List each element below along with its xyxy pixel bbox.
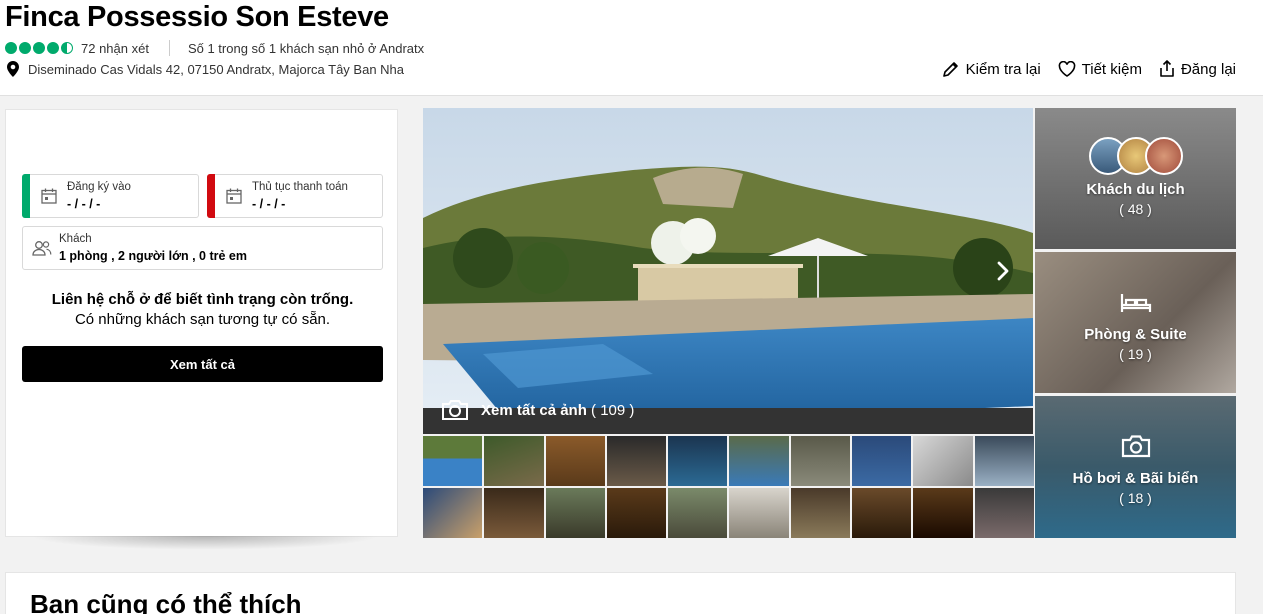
guests-value: 1 phòng , 2 người lớn , 0 trẻ em <box>59 249 247 263</box>
guests-label: Khách <box>59 233 92 245</box>
booking-card: Đăng ký vào - / - / - Thủ tục thanh toán… <box>5 109 398 537</box>
checkin-value: - / - / - <box>67 197 101 211</box>
calendar-icon <box>226 188 242 204</box>
rating-bubble-icon <box>5 42 17 54</box>
checkout-accent <box>207 174 215 218</box>
photo-thumbnail[interactable] <box>852 488 912 538</box>
photo-thumbnail[interactable] <box>545 436 605 486</box>
bed-icon <box>1120 294 1152 312</box>
traveler-avatars <box>1089 137 1183 175</box>
photo-thumbnail[interactable] <box>913 436 973 486</box>
photo-thumbnail[interactable] <box>790 488 851 538</box>
tile-count-rooms: ( 19 ) <box>1119 346 1152 362</box>
rating-bubble-icon <box>47 42 59 54</box>
camera-icon <box>1121 435 1151 458</box>
photo-thumbnail[interactable] <box>668 436 728 486</box>
review-button[interactable]: Kiểm tra lại <box>942 60 1041 78</box>
see-all-photos-button[interactable]: Xem tất cả ảnh ( 109 ) <box>441 399 634 421</box>
checkout-field[interactable]: Thủ tục thanh toán - / - / - <box>207 174 383 218</box>
tile-label-pool-beach: Hồ bơi & Bãi biển <box>1072 470 1199 487</box>
hotel-header: Finca Possessio Son Esteve 72 nhận xét S… <box>0 0 1263 96</box>
photo-thumbnail[interactable] <box>729 488 789 538</box>
see-all-button[interactable]: Xem tất cả <box>22 346 383 382</box>
share-button[interactable]: Đăng lại <box>1159 60 1236 78</box>
photo-thumbnail[interactable] <box>484 488 544 538</box>
availability-message: Liên hệ chỗ ở để biết tình trạng còn trố… <box>51 291 354 308</box>
photo-thumbnail[interactable] <box>423 436 483 486</box>
hotel-name: Finca Possessio Son Esteve <box>5 1 389 33</box>
guests-icon <box>32 241 52 256</box>
heart-icon <box>1058 61 1075 77</box>
photo-thumbnail[interactable] <box>668 488 728 538</box>
checkout-value: - / - / - <box>252 197 286 211</box>
photo-thumbnail[interactable] <box>790 436 851 486</box>
rating-bubble-icon <box>33 42 45 54</box>
share-icon <box>1160 60 1174 77</box>
photo-thumbnail[interactable] <box>606 436 667 486</box>
photo-gallery: Xem tất cả ảnh ( 109 ) Khách du lịch (4… <box>423 108 1236 538</box>
travelers-tile[interactable]: Khách du lịch ( 48 ) <box>1035 108 1236 249</box>
divider <box>168 40 170 56</box>
checkout-label: Thủ tục thanh toán <box>252 181 348 193</box>
save-button[interactable]: Tiết kiệm <box>1058 60 1142 78</box>
address-row[interactable]: Diseminado Cas Vidals 42, 07150 Andratx,… <box>6 61 404 77</box>
checkin-field[interactable]: Đăng ký vào - / - / - <box>22 174 199 218</box>
hero-image <box>423 108 1033 434</box>
checkin-label: Đăng ký vào <box>67 181 131 193</box>
rating-bubbles[interactable] <box>5 42 73 54</box>
hotel-ranking[interactable]: Số 1 trong số 1 khách sạn nhỏ ở Andratx <box>188 41 424 56</box>
save-button-label: Tiết kiệm <box>1081 60 1142 78</box>
share-button-label: Đăng lại <box>1180 60 1236 78</box>
photo-thumbnail[interactable] <box>423 488 483 538</box>
map-pin-icon <box>7 61 19 77</box>
checkin-accent <box>22 174 30 218</box>
photo-thumbnail[interactable] <box>545 488 605 538</box>
header-actions: Kiểm tra lại Tiết kiệm Đăng lại <box>942 60 1236 78</box>
photo-thumbnail[interactable] <box>913 488 973 538</box>
card-shadow <box>30 536 380 550</box>
calendar-icon <box>41 188 57 204</box>
photo-thumbnail[interactable] <box>484 436 544 486</box>
camera-icon <box>442 400 468 420</box>
see-all-photos-label: Xem tất cả ảnh <box>481 401 587 419</box>
rooms-tile[interactable]: Phòng & Suite ( 19 ) <box>1035 252 1236 393</box>
rating-half-bubble-icon <box>61 42 73 54</box>
review-button-label: Kiểm tra lại <box>965 60 1041 78</box>
see-all-photos-count: ( 109 ) <box>591 401 635 419</box>
recommendations-section: Bạn cũng có thể thích <box>5 572 1236 614</box>
section-title: Bạn cũng có thể thích <box>30 589 302 614</box>
rating-row: 72 nhận xét Số 1 trong số 1 khách sạn nh… <box>5 40 424 56</box>
photo-thumbnail[interactable] <box>852 436 912 486</box>
guests-field[interactable]: Khách 1 phòng , 2 người lớn , 0 trẻ em <box>22 226 383 270</box>
photo-thumbnail[interactable] <box>974 488 1034 538</box>
photo-thumbnail[interactable] <box>606 488 667 538</box>
hotel-address: Diseminado Cas Vidals 42, 07150 Andratx,… <box>28 61 405 77</box>
tile-count-pool-beach: ( 18 ) <box>1119 490 1152 506</box>
tile-count-travelers: ( 48 ) <box>1119 201 1152 217</box>
photo-thumbnail[interactable] <box>729 436 789 486</box>
chevron-right-icon[interactable] <box>995 260 1011 282</box>
availability-subtext: Có những khách sạn tương tự có sẵn. <box>74 311 331 328</box>
review-count-link[interactable]: 72 nhận xét <box>81 41 149 56</box>
avatar <box>1145 137 1183 175</box>
rating-bubble-icon <box>19 42 31 54</box>
hero-photo[interactable]: Xem tất cả ảnh ( 109 ) <box>423 108 1033 434</box>
pencil-icon <box>942 62 958 77</box>
tile-label-travelers: Khách du lịch <box>1086 181 1185 198</box>
thumbnail-grid <box>423 436 1034 538</box>
photo-thumbnail[interactable] <box>974 436 1034 486</box>
pool-beach-tile[interactable]: Hồ bơi & Bãi biển ( 18 ) <box>1035 396 1236 538</box>
tile-label-rooms: Phòng & Suite <box>1084 326 1187 343</box>
